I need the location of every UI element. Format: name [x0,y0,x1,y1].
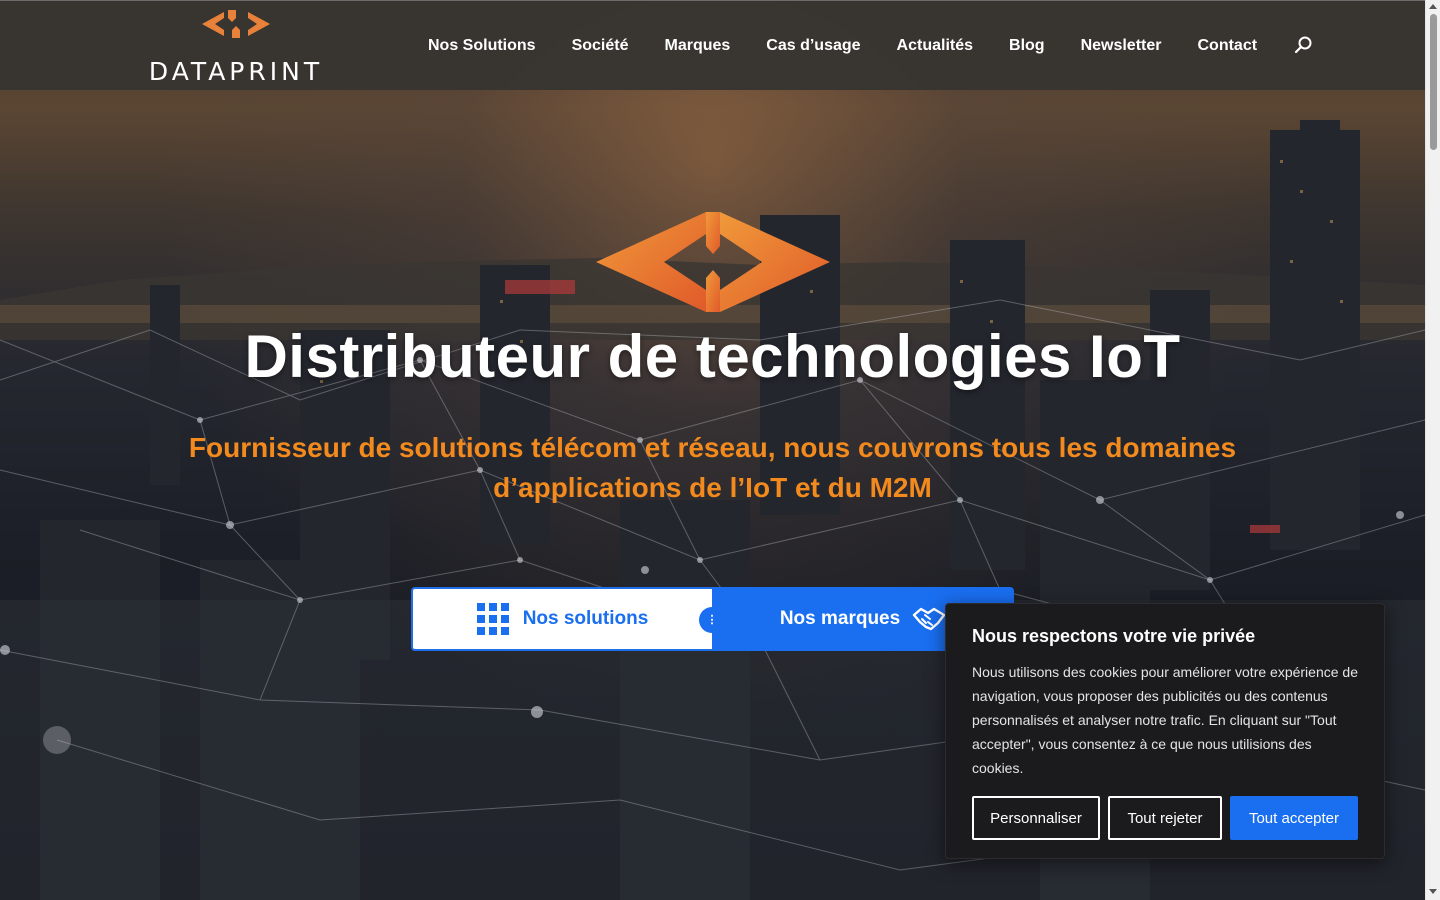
page-scrollbar[interactable] [1425,0,1440,900]
nav-item-actualites[interactable]: Actualités [897,37,973,55]
reject-all-button[interactable]: Tout rejeter [1108,796,1222,840]
search-icon[interactable] [1294,35,1314,55]
separator-badge: ⋮ [699,607,725,633]
brands-button-label: Nos marques [779,608,901,629]
scroll-thumb[interactable] [1430,14,1437,150]
solutions-button[interactable]: Nos solutions [411,587,712,651]
hero-title: Distributeur de technologies IoT [244,323,1181,390]
site-header: DATAPRINT Nos Solutions Société Marques … [0,0,1425,90]
dataprint-logo[interactable]: DATAPRINT [136,9,336,86]
hero-logo-mark-icon [596,212,830,312]
accept-all-button[interactable]: Tout accepter [1230,796,1358,840]
cookie-banner-title: Nous respectons votre vie privée [972,626,1256,646]
nav-item-newsletter[interactable]: Newsletter [1081,37,1162,55]
logo-mark-icon [202,10,270,38]
grid-icon [476,603,509,635]
logo-wordmark: DATAPRINT [148,57,324,86]
handshake-icon [912,607,946,631]
cookie-banner-text: Nous utilisons des cookies pour améliore… [972,664,1358,776]
nav-item-marques[interactable]: Marques [664,37,730,55]
customize-button[interactable]: Personnaliser [972,796,1100,840]
scroll-down-icon[interactable] [1429,889,1437,894]
nav-item-cas-usage[interactable]: Cas d’usage [766,37,860,55]
nav-item-societe[interactable]: Société [572,37,629,55]
hero-cta-group: Nos solutions Nos marques ⋮ [411,587,1014,651]
main-nav: Nos Solutions Société Marques Cas d’usag… [410,1,1275,91]
nav-item-blog[interactable]: Blog [1009,37,1045,55]
nav-item-contact[interactable]: Contact [1197,37,1257,55]
solutions-button-label: Nos solutions [522,608,649,629]
cookie-banner: Nous respectons votre vie privée Nous ut… [945,603,1385,859]
hero-subtitle: Fournisseur de solutions télécom et rése… [188,432,1237,503]
scroll-up-icon[interactable] [1429,4,1437,9]
nav-item-solutions[interactable]: Nos Solutions [428,37,536,55]
